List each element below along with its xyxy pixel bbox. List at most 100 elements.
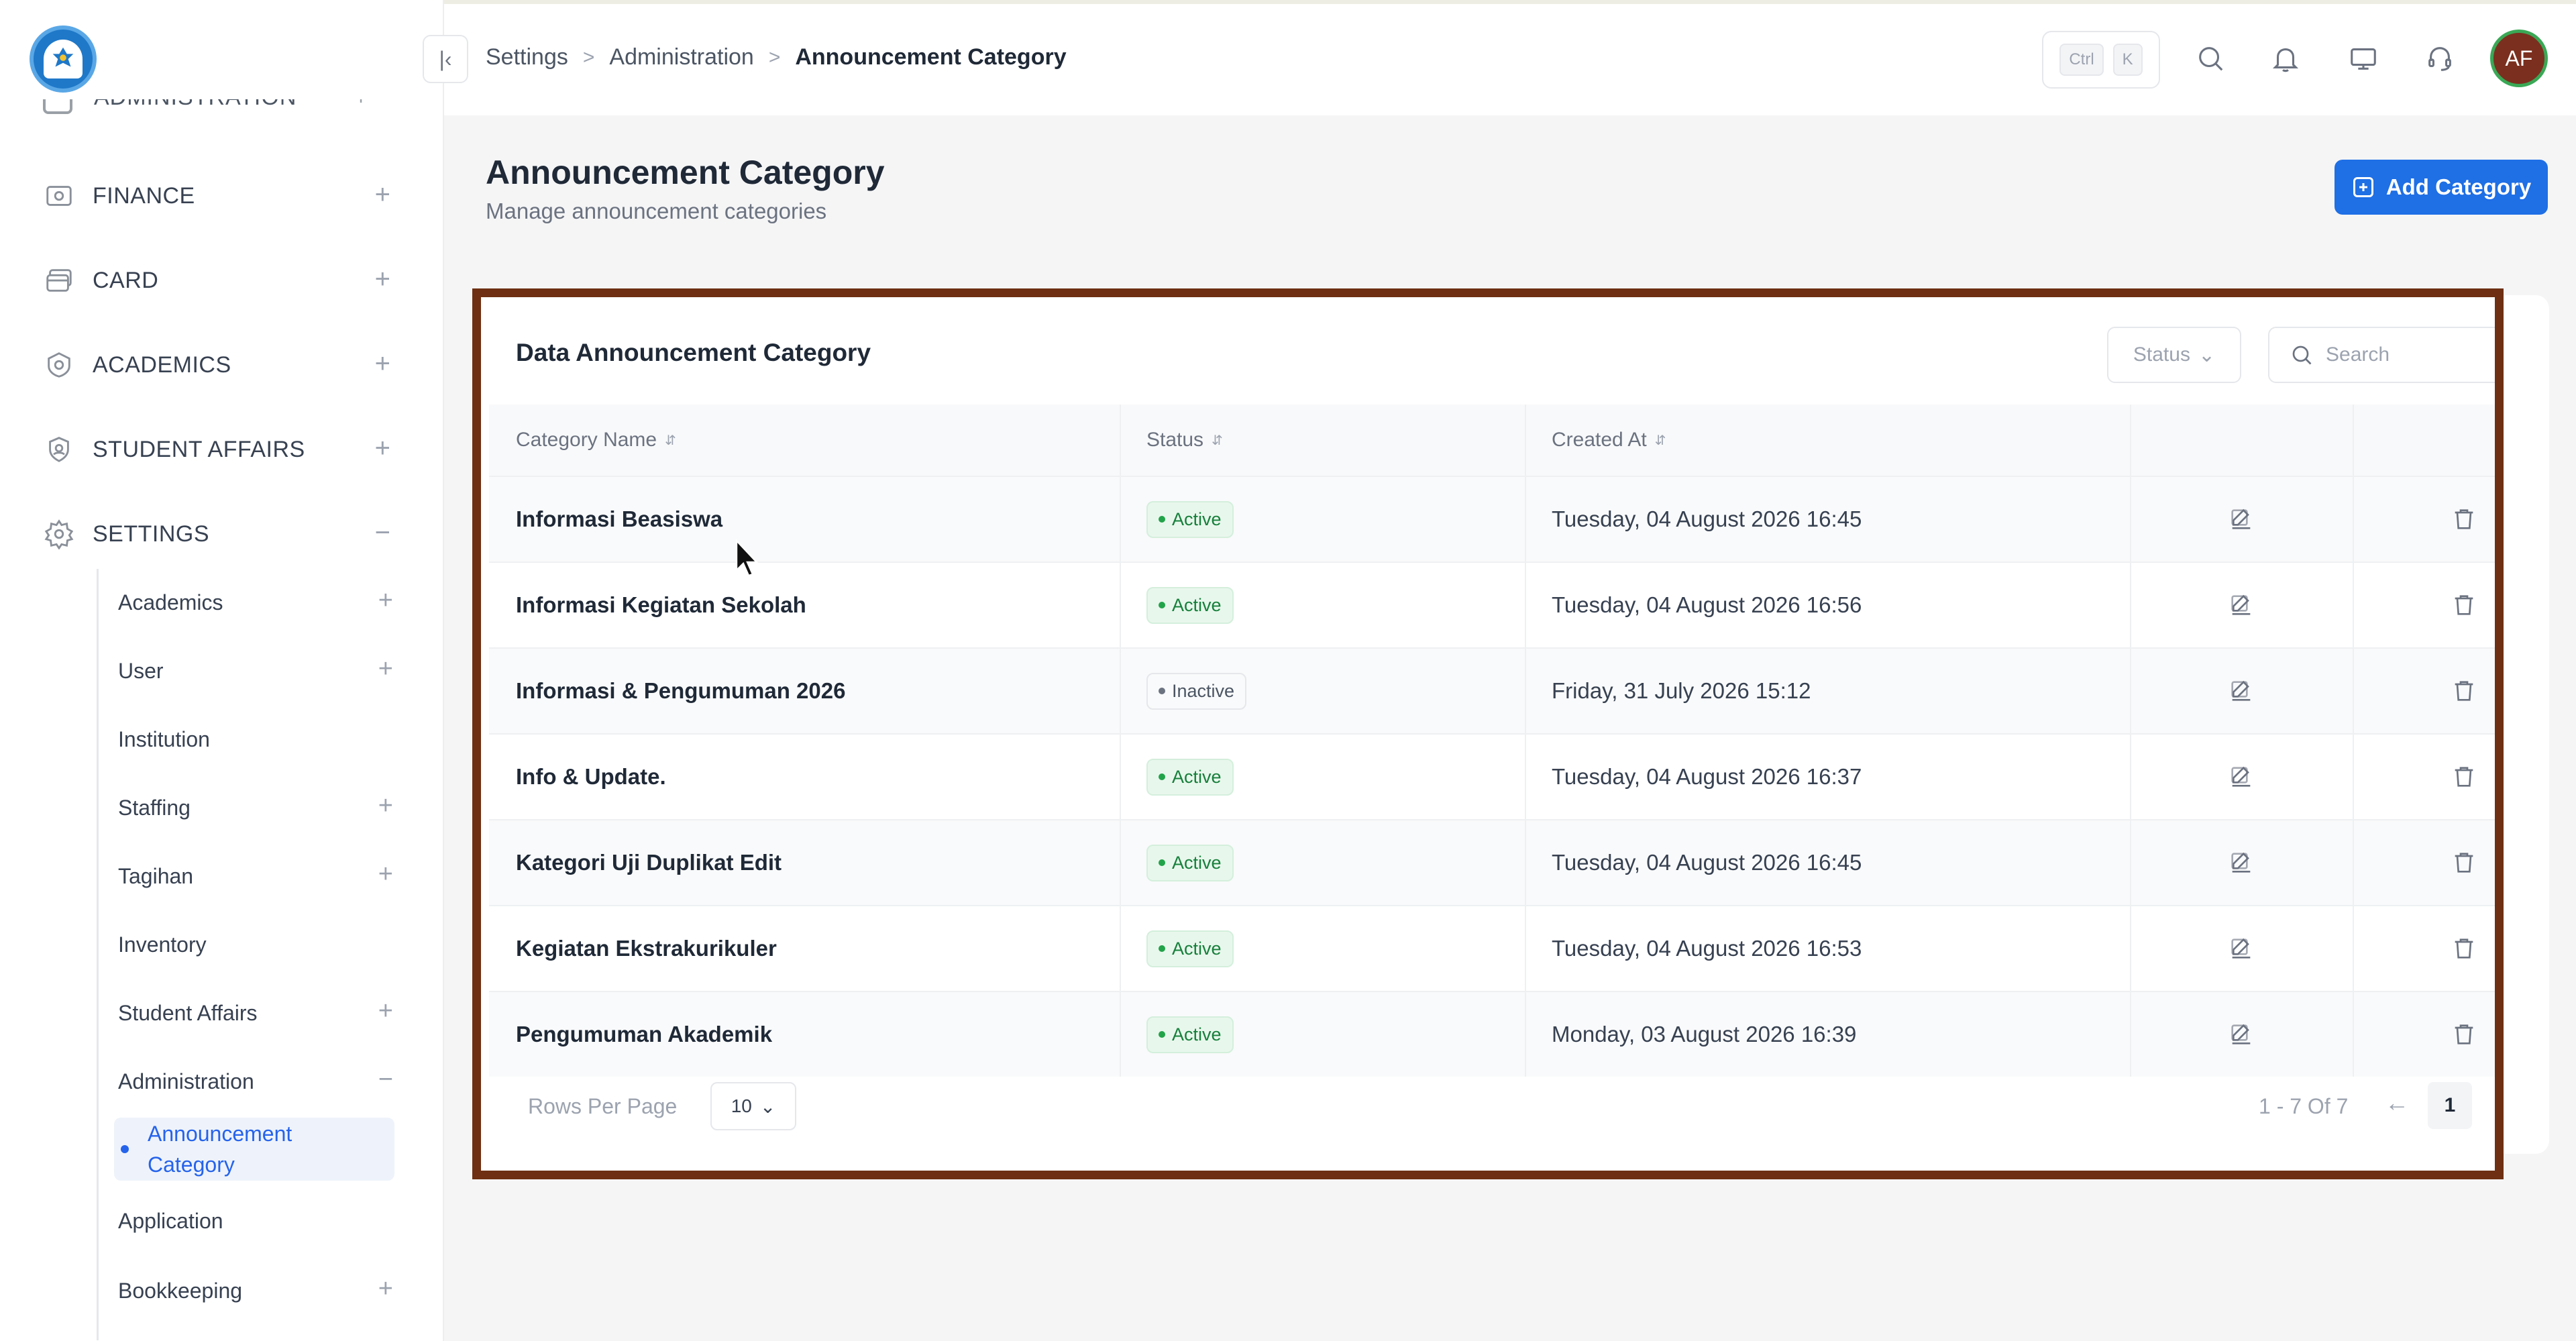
sidebar-subitem-student-affairs[interactable]: Student Affairs + — [118, 994, 393, 1032]
sidebar-subitem-label: Tagihan — [118, 863, 194, 888]
user-avatar[interactable]: AF — [2490, 30, 2548, 87]
pagination-info: 1 - 7 Of 7 — [2259, 1094, 2349, 1118]
sidebar-subitem-bookkeeping[interactable]: Bookkeeping + — [118, 1272, 393, 1309]
sidebar-item-finance[interactable]: FINANCE + — [42, 176, 390, 216]
expand-icon[interactable]: + — [375, 180, 390, 210]
column-divider — [2353, 405, 2354, 476]
expand-icon[interactable]: + — [375, 433, 390, 464]
sidebar-subitem-label: Bookkeeping — [118, 1278, 243, 1303]
search-input[interactable] — [2326, 343, 2480, 366]
active-indicator-dot — [121, 1145, 129, 1153]
sort-icon: ⇵ — [1212, 433, 1223, 448]
edit-icon[interactable] — [2226, 762, 2256, 792]
status-filter-dropdown[interactable]: Status ⌄ — [2107, 327, 2241, 383]
category-name: Informasi & Pengumuman 2026 — [516, 678, 846, 703]
sidebar-subitem-announcement-category[interactable]: Announcement Category — [114, 1118, 394, 1181]
breadcrumb-settings[interactable]: Settings — [486, 44, 568, 70]
sidebar-subitem-staffing[interactable]: Staffing + — [118, 789, 393, 826]
monitor-icon[interactable] — [2345, 40, 2381, 76]
status-dot — [1159, 516, 1165, 523]
status-cell: Active — [1146, 477, 1234, 561]
column-divider — [2130, 906, 2131, 991]
edit-icon[interactable] — [2226, 1020, 2256, 1049]
category-name: Info & Update. — [516, 764, 666, 789]
status-text: Active — [1172, 508, 1222, 529]
headset-icon[interactable] — [2422, 40, 2458, 76]
edit-cell — [2226, 735, 2256, 819]
breadcrumb-administration[interactable]: Administration — [609, 44, 753, 70]
column-divider — [1525, 563, 1526, 647]
expand-icon[interactable]: + — [378, 997, 393, 1026]
search-icon[interactable] — [2192, 40, 2229, 76]
column-divider — [1120, 820, 1121, 905]
trash-icon[interactable] — [2449, 504, 2479, 534]
expand-icon[interactable]: + — [378, 655, 393, 684]
collapse-icon[interactable]: − — [375, 518, 390, 548]
expand-icon[interactable]: + — [378, 792, 393, 820]
sidebar-subitem-institution[interactable]: Institution — [118, 720, 393, 758]
column-divider — [1120, 735, 1121, 819]
shortcut-key-k: K — [2112, 44, 2143, 76]
trash-icon[interactable] — [2449, 934, 2479, 963]
page-number-button[interactable]: 1 — [2428, 1082, 2472, 1129]
card-icon — [42, 263, 76, 298]
trash-icon[interactable] — [2449, 762, 2479, 792]
status-text: Active — [1172, 852, 1222, 873]
trash-icon[interactable] — [2449, 676, 2479, 706]
expand-icon[interactable]: + — [378, 586, 393, 615]
column-header-created-at[interactable]: Created At ⇵ — [1552, 405, 1666, 476]
bell-icon[interactable] — [2267, 40, 2304, 76]
data-table: Category Name ⇵ Status ⇵ Created At ⇵ Infor… — [489, 405, 2495, 1077]
sidebar-subitem-user[interactable]: User + — [118, 652, 393, 690]
status-badge: Active — [1146, 500, 1234, 538]
sidebar-subitem-inventory[interactable]: Inventory — [118, 926, 393, 963]
column-header-status[interactable]: Status ⇵ — [1146, 405, 1223, 476]
status-filter-label: Status — [2133, 343, 2190, 366]
breadcrumb-current: Announcement Category — [795, 44, 1067, 70]
status-cell: Inactive — [1146, 649, 1247, 733]
data-table-card: Data Announcement Category Status ⌄ Cate… — [472, 288, 2504, 1179]
created-at-cell: Tuesday, 04 August 2026 16:45 — [1552, 477, 1862, 561]
app-logo[interactable] — [30, 25, 97, 93]
trash-icon[interactable] — [2449, 848, 2479, 877]
expand-icon[interactable]: + — [375, 264, 390, 294]
expand-icon[interactable]: + — [375, 349, 390, 379]
collapse-sidebar-button[interactable]: |‹ — [423, 35, 468, 83]
sidebar-subitem-tagihan[interactable]: Tagihan + — [118, 857, 393, 895]
trash-icon[interactable] — [2449, 590, 2479, 620]
add-category-button[interactable]: Add Category — [2334, 160, 2548, 215]
status-dot — [1159, 773, 1165, 780]
sidebar-item-academics[interactable]: ACADEMICS + — [42, 345, 390, 385]
search-field[interactable] — [2268, 327, 2495, 383]
sidebar-item-settings[interactable]: SETTINGS − — [42, 514, 390, 554]
expand-icon[interactable]: + — [378, 1275, 393, 1303]
status-cell: Active — [1146, 992, 1234, 1077]
edit-icon[interactable] — [2226, 848, 2256, 877]
trash-icon[interactable] — [2449, 1020, 2479, 1049]
sidebar-item-student-affairs[interactable]: STUDENT AFFAIRS + — [42, 429, 390, 470]
expand-icon[interactable]: + — [378, 860, 393, 889]
edit-icon[interactable] — [2226, 590, 2256, 620]
sidebar-subitem-administration[interactable]: Administration − — [118, 1063, 393, 1100]
sidebar-item-label: CARD — [93, 267, 159, 293]
previous-page-arrow-icon[interactable]: ← — [2385, 1089, 2409, 1117]
column-divider — [2353, 649, 2354, 733]
created-at-cell: Tuesday, 04 August 2026 16:37 — [1552, 735, 1862, 819]
rows-per-page-select[interactable]: 10 ⌄ — [710, 1082, 796, 1130]
edit-icon[interactable] — [2226, 504, 2256, 534]
sidebar-subitem-application[interactable]: Application — [118, 1202, 393, 1240]
collapse-icon[interactable]: − — [378, 1065, 393, 1094]
sidebar-subitem-label: Student Affairs — [118, 1000, 258, 1025]
sidebar-item-label: FINANCE — [93, 182, 195, 209]
sidebar-subitem-academics[interactable]: Academics + — [118, 584, 393, 621]
sidebar-item-card[interactable]: CARD + — [42, 260, 390, 301]
status-cell: Active — [1146, 906, 1234, 991]
column-divider — [2353, 906, 2354, 991]
edit-icon[interactable] — [2226, 934, 2256, 963]
sidebar-item-label: SETTINGS — [93, 521, 210, 547]
delete-cell — [2449, 992, 2479, 1077]
command-palette-shortcut[interactable]: Ctrl K — [2042, 31, 2160, 89]
rows-per-page-value: 10 — [731, 1095, 752, 1116]
column-header-category-name[interactable]: Category Name ⇵ — [516, 405, 676, 476]
edit-icon[interactable] — [2226, 676, 2256, 706]
